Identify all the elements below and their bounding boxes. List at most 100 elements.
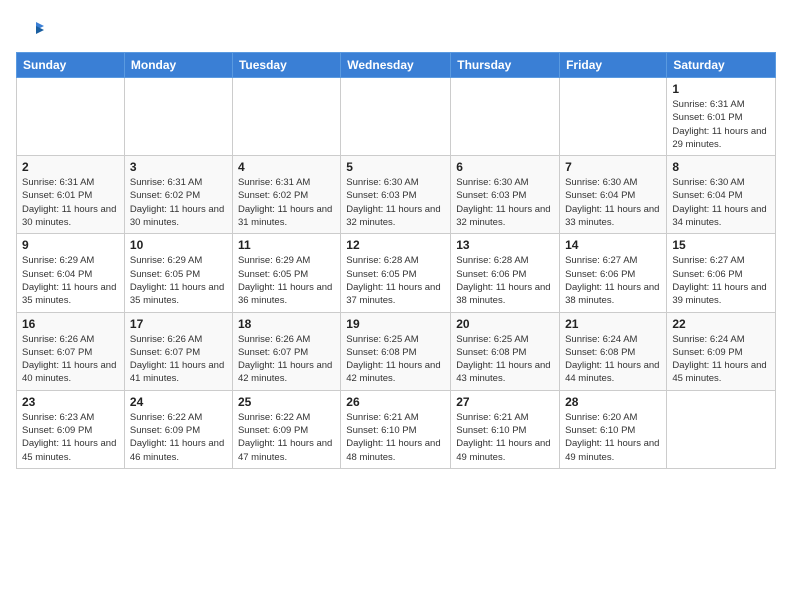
- day-info: Sunrise: 6:24 AM Sunset: 6:09 PM Dayligh…: [672, 333, 770, 386]
- calendar-cell: 9 Sunrise: 6:29 AM Sunset: 6:04 PM Daylig…: [17, 234, 125, 312]
- day-info: Sunrise: 6:26 AM Sunset: 6:07 PM Dayligh…: [238, 333, 335, 386]
- calendar-cell: 11 Sunrise: 6:29 AM Sunset: 6:05 PM Dayli…: [232, 234, 340, 312]
- page-header: [16, 16, 776, 44]
- calendar-cell: 27 Sunrise: 6:21 AM Sunset: 6:10 PM Dayli…: [451, 390, 560, 468]
- day-number: 11: [238, 238, 335, 252]
- calendar-week-2: 2 Sunrise: 6:31 AM Sunset: 6:01 PM Daylig…: [17, 156, 776, 234]
- calendar-cell: 13 Sunrise: 6:28 AM Sunset: 6:06 PM Dayli…: [451, 234, 560, 312]
- day-info: Sunrise: 6:31 AM Sunset: 6:02 PM Dayligh…: [238, 176, 335, 229]
- weekday-header-sunday: Sunday: [17, 53, 125, 78]
- calendar-cell: 14 Sunrise: 6:27 AM Sunset: 6:06 PM Dayli…: [560, 234, 667, 312]
- day-number: 17: [130, 317, 227, 331]
- calendar-cell: 25 Sunrise: 6:22 AM Sunset: 6:09 PM Dayli…: [232, 390, 340, 468]
- day-number: 12: [346, 238, 445, 252]
- day-number: 23: [22, 395, 119, 409]
- calendar-cell: 17 Sunrise: 6:26 AM Sunset: 6:07 PM Dayli…: [124, 312, 232, 390]
- day-info: Sunrise: 6:29 AM Sunset: 6:04 PM Dayligh…: [22, 254, 119, 307]
- calendar-cell: 1 Sunrise: 6:31 AM Sunset: 6:01 PM Daylig…: [667, 78, 776, 156]
- calendar-cell: 10 Sunrise: 6:29 AM Sunset: 6:05 PM Dayli…: [124, 234, 232, 312]
- day-info: Sunrise: 6:21 AM Sunset: 6:10 PM Dayligh…: [456, 411, 554, 464]
- day-number: 27: [456, 395, 554, 409]
- weekday-header-monday: Monday: [124, 53, 232, 78]
- day-number: 26: [346, 395, 445, 409]
- calendar-week-3: 9 Sunrise: 6:29 AM Sunset: 6:04 PM Daylig…: [17, 234, 776, 312]
- day-info: Sunrise: 6:30 AM Sunset: 6:04 PM Dayligh…: [672, 176, 770, 229]
- calendar-week-4: 16Sunrise: 6:26 AM Sunset: 6:07 PM Dayli…: [17, 312, 776, 390]
- day-info: Sunrise: 6:24 AM Sunset: 6:08 PM Dayligh…: [565, 333, 661, 386]
- calendar-cell: 22 Sunrise: 6:24 AM Sunset: 6:09 PM Dayli…: [667, 312, 776, 390]
- day-number: 9: [22, 238, 119, 252]
- calendar-table: SundayMondayTuesdayWednesdayThursdayFrid…: [16, 52, 776, 469]
- calendar-cell: 16Sunrise: 6:26 AM Sunset: 6:07 PM Dayli…: [17, 312, 125, 390]
- day-info: Sunrise: 6:31 AM Sunset: 6:02 PM Dayligh…: [130, 176, 227, 229]
- day-number: 1: [672, 82, 770, 96]
- calendar-cell: 20Sunrise: 6:25 AM Sunset: 6:08 PM Dayli…: [451, 312, 560, 390]
- day-number: 10: [130, 238, 227, 252]
- weekday-header-wednesday: Wednesday: [341, 53, 451, 78]
- calendar-cell: [232, 78, 340, 156]
- day-number: 24: [130, 395, 227, 409]
- day-number: 19: [346, 317, 445, 331]
- logo: [16, 16, 48, 44]
- calendar-cell: [17, 78, 125, 156]
- calendar-cell: 5 Sunrise: 6:30 AM Sunset: 6:03 PM Daylig…: [341, 156, 451, 234]
- day-number: 3: [130, 160, 227, 174]
- day-info: Sunrise: 6:30 AM Sunset: 6:03 PM Dayligh…: [456, 176, 554, 229]
- day-info: Sunrise: 6:30 AM Sunset: 6:03 PM Dayligh…: [346, 176, 445, 229]
- day-number: 21: [565, 317, 661, 331]
- calendar-cell: 15 Sunrise: 6:27 AM Sunset: 6:06 PM Dayli…: [667, 234, 776, 312]
- day-info: Sunrise: 6:21 AM Sunset: 6:10 PM Dayligh…: [346, 411, 445, 464]
- day-number: 8: [672, 160, 770, 174]
- day-info: Sunrise: 6:28 AM Sunset: 6:06 PM Dayligh…: [456, 254, 554, 307]
- day-info: Sunrise: 6:27 AM Sunset: 6:06 PM Dayligh…: [565, 254, 661, 307]
- day-number: 28: [565, 395, 661, 409]
- day-number: 4: [238, 160, 335, 174]
- day-info: Sunrise: 6:22 AM Sunset: 6:09 PM Dayligh…: [238, 411, 335, 464]
- day-info: Sunrise: 6:29 AM Sunset: 6:05 PM Dayligh…: [130, 254, 227, 307]
- calendar-cell: 24 Sunrise: 6:22 AM Sunset: 6:09 PM Dayli…: [124, 390, 232, 468]
- day-number: 22: [672, 317, 770, 331]
- day-number: 6: [456, 160, 554, 174]
- day-number: 14: [565, 238, 661, 252]
- calendar-cell: [124, 78, 232, 156]
- calendar-cell: 19Sunrise: 6:25 AM Sunset: 6:08 PM Dayli…: [341, 312, 451, 390]
- weekday-header-thursday: Thursday: [451, 53, 560, 78]
- calendar-cell: [451, 78, 560, 156]
- day-number: 18: [238, 317, 335, 331]
- day-number: 25: [238, 395, 335, 409]
- calendar-cell: 2 Sunrise: 6:31 AM Sunset: 6:01 PM Daylig…: [17, 156, 125, 234]
- day-info: Sunrise: 6:27 AM Sunset: 6:06 PM Dayligh…: [672, 254, 770, 307]
- day-info: Sunrise: 6:22 AM Sunset: 6:09 PM Dayligh…: [130, 411, 227, 464]
- calendar-cell: 12 Sunrise: 6:28 AM Sunset: 6:05 PM Dayli…: [341, 234, 451, 312]
- day-info: Sunrise: 6:31 AM Sunset: 6:01 PM Dayligh…: [672, 98, 770, 151]
- day-info: Sunrise: 6:26 AM Sunset: 6:07 PM Dayligh…: [130, 333, 227, 386]
- calendar-cell: 23Sunrise: 6:23 AM Sunset: 6:09 PM Dayli…: [17, 390, 125, 468]
- day-info: Sunrise: 6:31 AM Sunset: 6:01 PM Dayligh…: [22, 176, 119, 229]
- day-number: 5: [346, 160, 445, 174]
- calendar-header-row: SundayMondayTuesdayWednesdayThursdayFrid…: [17, 53, 776, 78]
- weekday-header-friday: Friday: [560, 53, 667, 78]
- calendar-cell: 21 Sunrise: 6:24 AM Sunset: 6:08 PM Dayli…: [560, 312, 667, 390]
- calendar-week-5: 23Sunrise: 6:23 AM Sunset: 6:09 PM Dayli…: [17, 390, 776, 468]
- calendar-cell: 18 Sunrise: 6:26 AM Sunset: 6:07 PM Dayli…: [232, 312, 340, 390]
- day-info: Sunrise: 6:30 AM Sunset: 6:04 PM Dayligh…: [565, 176, 661, 229]
- day-number: 13: [456, 238, 554, 252]
- calendar-cell: 8 Sunrise: 6:30 AM Sunset: 6:04 PM Daylig…: [667, 156, 776, 234]
- calendar-cell: [341, 78, 451, 156]
- day-number: 15: [672, 238, 770, 252]
- day-number: 2: [22, 160, 119, 174]
- calendar-cell: 26 Sunrise: 6:21 AM Sunset: 6:10 PM Dayli…: [341, 390, 451, 468]
- day-info: Sunrise: 6:26 AM Sunset: 6:07 PM Dayligh…: [22, 333, 119, 386]
- weekday-header-tuesday: Tuesday: [232, 53, 340, 78]
- day-info: Sunrise: 6:20 AM Sunset: 6:10 PM Dayligh…: [565, 411, 661, 464]
- calendar-cell: 4 Sunrise: 6:31 AM Sunset: 6:02 PM Daylig…: [232, 156, 340, 234]
- day-info: Sunrise: 6:29 AM Sunset: 6:05 PM Dayligh…: [238, 254, 335, 307]
- weekday-header-saturday: Saturday: [667, 53, 776, 78]
- calendar-cell: 3 Sunrise: 6:31 AM Sunset: 6:02 PM Daylig…: [124, 156, 232, 234]
- calendar-cell: [560, 78, 667, 156]
- day-info: Sunrise: 6:25 AM Sunset: 6:08 PM Dayligh…: [456, 333, 554, 386]
- day-info: Sunrise: 6:28 AM Sunset: 6:05 PM Dayligh…: [346, 254, 445, 307]
- calendar-cell: 7Sunrise: 6:30 AM Sunset: 6:04 PM Daylig…: [560, 156, 667, 234]
- calendar-cell: 6 Sunrise: 6:30 AM Sunset: 6:03 PM Daylig…: [451, 156, 560, 234]
- logo-icon: [16, 16, 44, 44]
